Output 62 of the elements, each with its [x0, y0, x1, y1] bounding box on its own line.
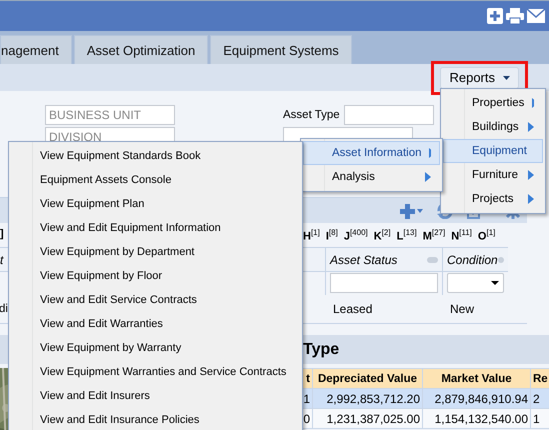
index-letter-link[interactable]: H$^{[1]}$ [303, 228, 320, 242]
column-header[interactable]: Re [530, 368, 549, 388]
business-unit-field[interactable]: BUSINESS UNIT [45, 105, 175, 125]
column-menu-icon[interactable] [498, 256, 504, 262]
menu-item[interactable]: View and Edit Equipment Information [11, 216, 300, 240]
grid-cell-text: Leased [332, 302, 374, 316]
tab[interactable]: nagement [0, 35, 72, 64]
index-count[interactable]: ] [0, 228, 4, 240]
index-letter-link[interactable]: K$^{[2]}$ [374, 228, 391, 242]
column-menu-icon[interactable] [427, 256, 438, 262]
caret-icon [491, 281, 499, 285]
menu-item[interactable]: Analysis [303, 165, 440, 189]
tab[interactable]: Equipment Systems [210, 35, 352, 64]
grid-cell-text: New [449, 302, 476, 316]
menu-item[interactable]: Properties [443, 91, 543, 115]
section-title: Type [303, 340, 340, 358]
filter-dropdown[interactable] [447, 273, 504, 293]
index-letter-link[interactable]: I$^{[8]}$ [326, 228, 338, 242]
column-header[interactable]: Market Value [422, 368, 530, 388]
menu-item[interactable]: Equipment [443, 139, 543, 163]
index-letter-link[interactable]: N$^{[11]}$ [451, 228, 472, 242]
mail-icon[interactable] [527, 9, 545, 23]
filter-field[interactable] [330, 273, 438, 293]
menu-item[interactable]: Buildings [443, 115, 543, 139]
table-cell: 1,154,132,540.00 [422, 408, 530, 428]
menu-item[interactable]: View and Edit Warranties [11, 312, 300, 336]
column-header[interactable]: Depreciated Value [312, 368, 422, 388]
menu-item[interactable]: Furniture [443, 163, 543, 187]
add-icon[interactable] [487, 8, 503, 24]
menu-item[interactable]: View and Edit Service Contracts [11, 288, 300, 312]
index-letter-link[interactable]: O$^{[1]}$ [478, 228, 496, 242]
add-icon[interactable] [399, 202, 423, 218]
field-label: Asset Type [283, 109, 340, 121]
submenu-arrow-icon [528, 194, 534, 204]
menu-item[interactable]: View Equipment Standards Book [11, 144, 300, 168]
table-cell: 1 [530, 408, 549, 428]
column-header[interactable]: t [0, 252, 4, 266]
index-letter-link[interactable]: M$^{[27]}$ [422, 228, 446, 242]
menu-item[interactable]: Projects [443, 187, 543, 211]
menu-item[interactable]: View Equipment by Floor [11, 264, 300, 288]
print-icon[interactable] [506, 8, 524, 24]
tab[interactable]: Asset Optimization [74, 35, 208, 64]
menu-item[interactable]: View Equipment Warranties and Service Contracts [11, 360, 300, 384]
index-letter-link[interactable]: J$^{[400]}$ [344, 228, 368, 242]
submenu-arrow-icon [528, 122, 534, 132]
menu-item[interactable]: View Equipment Plan [11, 192, 300, 216]
submenu-arrow-icon [425, 172, 431, 182]
menu-item[interactable]: View Equipment by Warranty [11, 336, 300, 360]
table-cell: 1,231,387,025.00 [312, 408, 422, 428]
asset-type-field[interactable] [344, 105, 434, 125]
caret-icon [503, 76, 510, 80]
submenu-arrow-icon [429, 148, 431, 158]
menu-item[interactable]: Asset Information [303, 141, 440, 165]
reports-button[interactable]: Reports [440, 66, 519, 88]
table-cell: 2,879,846,910.94 [422, 388, 530, 408]
submenu-arrow-icon [532, 98, 534, 108]
index-letter-link[interactable]: L$^{[13]}$ [396, 228, 417, 242]
table-cell: 2 [530, 388, 549, 408]
menu-item[interactable]: Equipment Assets Console [11, 168, 300, 192]
submenu-arrow-icon [528, 170, 534, 180]
table-cell: 2,992,853,712.20 [312, 388, 422, 408]
menu-item[interactable]: View Equipment by Department [11, 240, 300, 264]
